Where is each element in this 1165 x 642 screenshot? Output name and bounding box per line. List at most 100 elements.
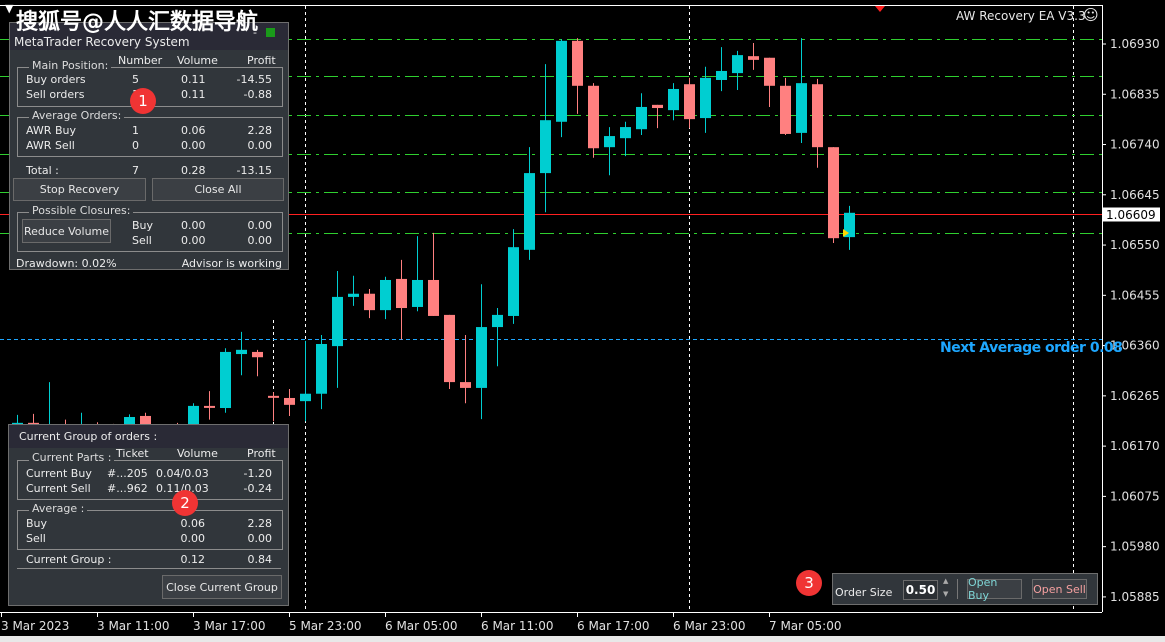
row-volume: 0.00	[181, 139, 206, 152]
candle-body	[700, 77, 711, 119]
divider	[17, 568, 281, 569]
stop-recovery-button[interactable]: Stop Recovery	[13, 178, 146, 201]
candle-body	[828, 147, 839, 239]
row-profit: -14.55	[236, 73, 272, 86]
close-current-group-button[interactable]: Close Current Group	[162, 575, 282, 599]
candle-body	[588, 85, 599, 149]
candle	[316, 335, 327, 410]
group-panel: Current Group of orders : Ticket Volume …	[8, 424, 289, 606]
candle	[380, 276, 391, 320]
collapse-triangle-icon[interactable]: ▼	[5, 2, 13, 15]
time-tick-label: 3 Mar 11:00	[97, 619, 170, 633]
group-panel-header[interactable]: Current Group of orders :	[9, 425, 288, 448]
candle-body	[396, 278, 407, 309]
close-all-button[interactable]: Close All	[152, 178, 284, 201]
average-label: Buy	[26, 517, 48, 530]
candle-body	[492, 314, 503, 328]
candle-body	[748, 56, 759, 60]
closure-label: Sell	[132, 234, 152, 247]
candle-body	[364, 293, 375, 311]
reduce-volume-button[interactable]: Reduce Volume	[22, 219, 111, 243]
candle-body	[652, 104, 663, 109]
order-size-label: Order Size	[835, 586, 893, 599]
candle-body	[604, 136, 615, 148]
main-position-legend: Main Position:	[29, 59, 112, 72]
candle	[444, 314, 455, 389]
row-label: Buy orders	[26, 73, 86, 86]
separator	[957, 579, 958, 599]
candle	[300, 340, 311, 422]
open-sell-button[interactable]: Open Sell	[1032, 579, 1087, 599]
candle	[396, 259, 407, 340]
spinner-up-icon[interactable]: ▲	[943, 577, 948, 585]
row-profit: 0.00	[247, 139, 273, 152]
current-price-label: 1.06609	[1106, 208, 1156, 222]
candle	[620, 121, 631, 157]
callout-badge-3: 3	[796, 570, 822, 596]
candle-body	[716, 70, 727, 80]
average-profit: 0.00	[247, 532, 273, 545]
current-group-volume: 0.12	[180, 553, 206, 566]
total-number: 7	[132, 164, 139, 177]
average-profit: 2.28	[247, 517, 273, 530]
closure-volume: 0.00	[181, 234, 206, 247]
row-profit: -0.88	[243, 88, 272, 101]
candle	[668, 83, 679, 121]
recovery-panel: MetaTrader Recovery System - Number Volu…	[9, 22, 289, 270]
time-tick-label: 6 Mar 11:00	[481, 619, 554, 633]
average-label: Sell	[26, 532, 46, 545]
candle-body	[220, 351, 231, 409]
row-label: Sell orders	[26, 88, 85, 101]
row-number: 0	[132, 139, 139, 152]
price-tick-label: 1.06835	[1110, 87, 1160, 101]
candle-body	[444, 314, 455, 383]
open-buy-button[interactable]: Open Buy	[967, 576, 1022, 602]
part-label: Current Buy	[26, 467, 92, 480]
row-number: 1	[132, 124, 139, 137]
candle	[732, 50, 743, 91]
candle	[828, 147, 839, 243]
candle-body	[252, 351, 263, 358]
price-tick-label: 1.06645	[1110, 188, 1160, 202]
candle-body	[636, 106, 647, 130]
time-tick-label: 6 Mar 05:00	[385, 619, 458, 633]
price-tick-label: 1.06740	[1110, 138, 1160, 152]
candle	[220, 348, 231, 413]
col-volume: Volume	[177, 54, 218, 67]
candle-body	[572, 40, 583, 86]
time-tick-label: 3 Mar 17:00	[193, 619, 266, 633]
order-size-input[interactable]: 0.50	[903, 580, 938, 600]
part-profit: -0.24	[243, 482, 272, 495]
time-tick-label: 6 Mar 23:00	[673, 619, 746, 633]
candle	[348, 275, 359, 306]
candle	[636, 93, 647, 136]
row-volume: 0.11	[181, 88, 206, 101]
candle	[476, 284, 487, 420]
candle-body	[476, 327, 487, 388]
smiley-icon: ☺	[1083, 6, 1099, 24]
candle	[604, 127, 615, 176]
candle	[540, 64, 551, 213]
candle-body	[316, 344, 327, 394]
candle	[412, 236, 423, 312]
candle-body	[732, 55, 743, 74]
candle-body	[460, 382, 471, 388]
candle	[508, 229, 519, 324]
average-orders-legend: Average Orders:	[29, 109, 125, 122]
spinner-down-icon[interactable]: ▼	[943, 590, 948, 598]
candle	[844, 205, 855, 250]
col-profit: Profit	[247, 54, 276, 67]
part-ticket: #...205	[107, 467, 148, 480]
current-group-label: Current Group :	[26, 553, 112, 566]
part-volume: 0.04/0.03	[156, 467, 209, 480]
candle-body	[684, 84, 695, 120]
candle	[428, 232, 439, 316]
candle-body	[668, 88, 679, 111]
candle	[204, 391, 215, 420]
col-profit: Profit	[247, 447, 276, 460]
candle-body	[764, 57, 775, 86]
row-label: AWR Sell	[26, 139, 75, 152]
price-tick-label: 1.06930	[1110, 37, 1160, 51]
candle-body	[524, 173, 535, 250]
candle-body	[428, 279, 439, 316]
